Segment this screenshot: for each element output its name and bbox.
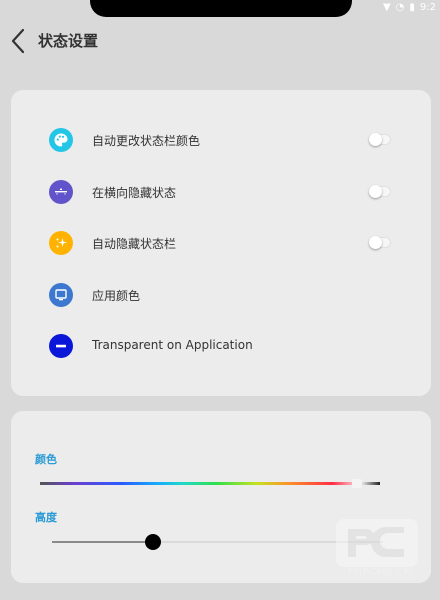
status-icons: ▼ ◔ ▮ 9:2	[383, 3, 436, 13]
auto-color-toggle[interactable]	[369, 133, 391, 146]
options-card: 自动更改状态栏颜色 在横向隐藏状态 自动隐藏状态栏 应用颜色 Transpare…	[11, 90, 431, 396]
minus-circle-icon	[49, 334, 73, 358]
wifi-icon: ▼	[382, 2, 391, 13]
color-spectrum-slider[interactable]	[40, 482, 380, 485]
auto-hide-toggle[interactable]	[369, 236, 391, 249]
camera-notch	[90, 0, 352, 17]
hide-landscape-toggle[interactable]	[369, 185, 391, 198]
chevron-left-icon	[11, 28, 25, 54]
page-title: 状态设置	[38, 32, 99, 50]
option-auto-hide-statusbar[interactable]: 自动隐藏状态栏	[11, 221, 431, 265]
color-section-label: 颜色	[35, 453, 57, 466]
back-button[interactable]	[9, 27, 31, 55]
watermark-logo: PHPCMS.CN	[333, 519, 419, 581]
option-app-color[interactable]: 应用颜色	[11, 273, 431, 317]
option-label: 在横向隐藏状态	[92, 186, 177, 200]
signal-icon: ◔	[395, 2, 405, 13]
height-section-label: 高度	[35, 511, 57, 524]
landscape-statusbar-icon	[49, 180, 73, 204]
battery-icon: ▮	[409, 2, 415, 13]
height-slider-thumb[interactable]	[145, 534, 161, 550]
option-auto-statusbar-color[interactable]: 自动更改状态栏颜色	[11, 118, 431, 162]
watermark-text: PHPCMS.CN	[348, 567, 412, 578]
height-slider-filled[interactable]	[52, 541, 153, 543]
option-label: Transparent on Application	[92, 338, 253, 352]
status-bar: ▼ ◔ ▮ 9:2	[0, 0, 440, 18]
sparkle-icon	[49, 231, 73, 255]
option-label: 自动隐藏状态栏	[92, 237, 177, 251]
option-label: 自动更改状态栏颜色	[92, 134, 201, 148]
color-slider-handle[interactable]	[352, 479, 362, 488]
option-hide-in-landscape[interactable]: 在横向隐藏状态	[11, 170, 431, 214]
option-label: 应用颜色	[92, 289, 141, 303]
palette-icon	[49, 128, 73, 152]
app-header: 状态设置	[0, 24, 440, 58]
option-transparent-on-application[interactable]: Transparent on Application	[11, 324, 431, 368]
monitor-icon	[49, 283, 73, 307]
clock-text: 9:2	[419, 2, 436, 13]
